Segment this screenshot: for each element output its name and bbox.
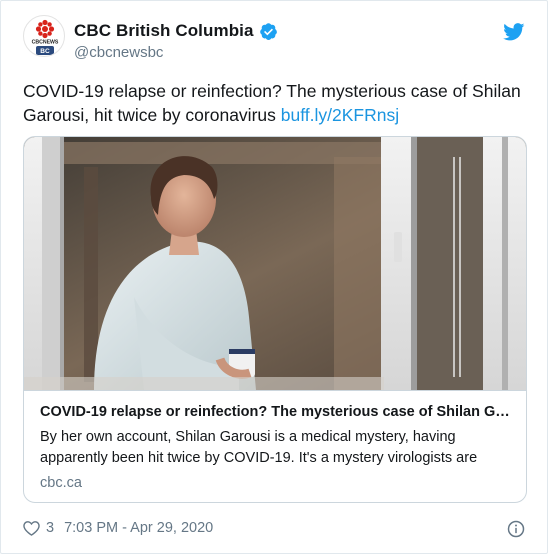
twitter-logo-icon[interactable] (503, 23, 525, 41)
tweet-body-text: COVID-19 relapse or reinfection? The mys… (23, 81, 521, 125)
avatar-sub-text: BC (40, 48, 50, 55)
timestamp[interactable]: 7:03 PM - Apr 29, 2020 (64, 520, 213, 536)
tweet-link[interactable]: buff.ly/2KFRnsj (281, 105, 399, 125)
avatar[interactable]: CBCNEWS BC (23, 15, 65, 57)
like-count[interactable]: 3 (46, 520, 54, 536)
card-image[interactable] (24, 137, 526, 390)
link-card[interactable]: COVID-19 relapse or reinfection? The mys… (23, 136, 527, 503)
display-name[interactable]: CBC British Columbia (74, 21, 254, 41)
card-body[interactable]: COVID-19 relapse or reinfection? The mys… (24, 390, 526, 502)
tweet-embed: CBCNEWS BC CBC British Columbia @cbcnews… (0, 0, 548, 554)
avatar-text: CBCNEWS (32, 40, 59, 46)
handle[interactable]: @cbcnewsbc (74, 44, 163, 61)
tweet-text: COVID-19 relapse or reinfection? The mys… (23, 79, 533, 127)
card-title[interactable]: COVID-19 relapse or reinfection? The mys… (40, 403, 512, 422)
heart-icon[interactable] (23, 520, 40, 536)
info-icon[interactable] (507, 520, 525, 538)
card-photo (24, 137, 526, 390)
cbc-logo-icon: CBCNEWS BC (32, 19, 59, 55)
author-name-row[interactable]: CBC British Columbia (74, 21, 278, 41)
card-description: By her own account, Shilan Garousi is a … (40, 429, 478, 466)
tweet-footer: 3 7:03 PM - Apr 29, 2020 (23, 520, 213, 536)
card-domain: cbc.ca (40, 475, 82, 491)
verified-icon (259, 22, 277, 40)
